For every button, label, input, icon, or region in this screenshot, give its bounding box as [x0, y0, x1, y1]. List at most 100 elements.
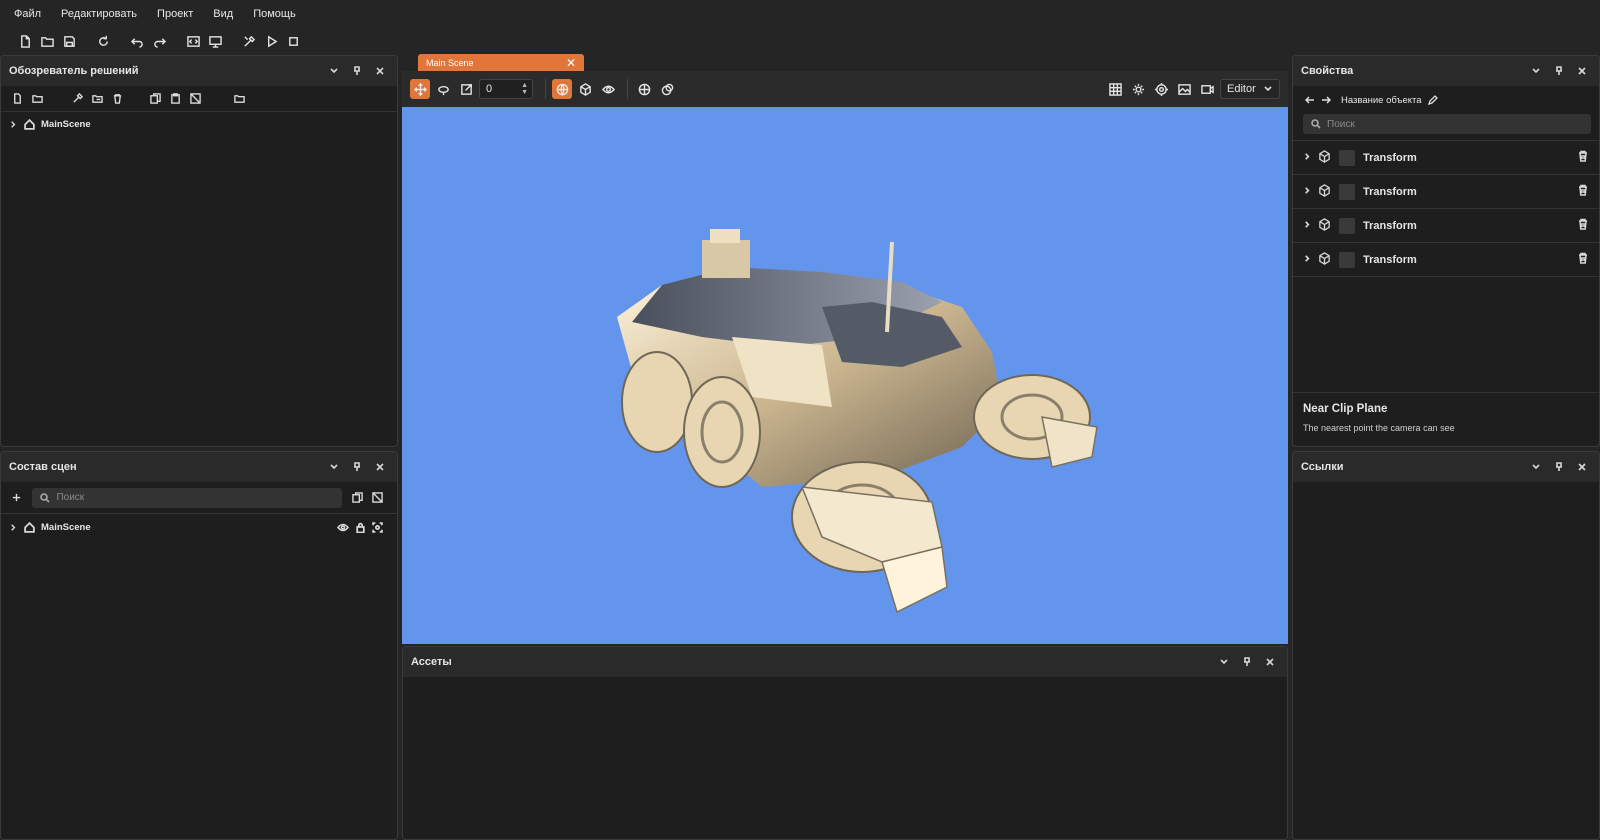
scene-search-input[interactable]: Поиск — [32, 487, 343, 508]
delete-icon[interactable] — [109, 91, 125, 107]
close-icon[interactable] — [1573, 462, 1591, 472]
code-icon[interactable] — [184, 32, 202, 50]
camera-mode-select[interactable]: Editor — [1220, 79, 1280, 99]
close-icon[interactable] — [1261, 657, 1279, 667]
chevron-right-icon[interactable] — [1303, 186, 1312, 198]
pin-icon[interactable] — [1550, 66, 1568, 76]
chevron-down-icon[interactable] — [1527, 66, 1545, 76]
properties-title: Свойства — [1301, 65, 1354, 77]
tree-item-label: MainScene — [41, 118, 91, 130]
component-enabled-checkbox[interactable] — [1339, 149, 1355, 166]
move-tool-icon[interactable] — [410, 79, 430, 99]
close-icon[interactable] — [371, 66, 389, 76]
stepper-arrows-icon[interactable]: ▲ ▼ — [521, 82, 528, 96]
focus-icon[interactable] — [372, 521, 383, 533]
copy-icon[interactable] — [350, 490, 365, 506]
add-icon[interactable] — [9, 490, 24, 506]
chevron-right-icon[interactable] — [1303, 254, 1312, 266]
no-image-icon[interactable] — [370, 490, 385, 506]
pin-icon[interactable] — [1550, 462, 1568, 472]
paste-icon[interactable] — [167, 91, 183, 107]
chevron-down-icon[interactable] — [1527, 462, 1545, 472]
component-enabled-checkbox[interactable] — [1339, 217, 1355, 234]
close-icon[interactable]: ✕ — [566, 56, 576, 70]
material-icon[interactable] — [657, 79, 677, 99]
open-folder-icon[interactable] — [38, 32, 56, 50]
stop-icon[interactable] — [284, 32, 302, 50]
pin-icon[interactable] — [1238, 657, 1256, 667]
forward-arrow-icon[interactable] — [1321, 95, 1331, 105]
save-icon[interactable] — [60, 32, 78, 50]
component-enabled-checkbox[interactable] — [1339, 183, 1355, 200]
component-row[interactable]: Transform — [1293, 141, 1599, 175]
refresh-icon[interactable] — [94, 32, 112, 50]
trash-icon[interactable] — [1577, 184, 1589, 199]
chevron-down-icon[interactable] — [325, 66, 343, 76]
rotate-tool-icon[interactable] — [433, 79, 453, 99]
trash-icon[interactable] — [1577, 150, 1589, 165]
trash-icon[interactable] — [1577, 218, 1589, 233]
pin-icon[interactable] — [348, 462, 366, 472]
properties-search-input[interactable]: Поиск — [1303, 114, 1591, 134]
component-row[interactable]: Transform — [1293, 243, 1599, 277]
target-icon[interactable] — [1151, 79, 1171, 99]
sun-icon[interactable] — [1128, 79, 1148, 99]
menu-project[interactable]: Проект — [157, 8, 193, 20]
back-arrow-icon[interactable] — [1305, 95, 1315, 105]
edit-pencil-icon[interactable] — [1427, 95, 1438, 105]
scale-tool-icon[interactable] — [456, 79, 476, 99]
scene-viewport[interactable] — [402, 107, 1288, 644]
hint-text: The nearest point the camera can see — [1303, 423, 1455, 433]
no-image-icon[interactable] — [187, 91, 203, 107]
component-label: Transform — [1363, 185, 1417, 198]
build-icon[interactable] — [206, 32, 224, 50]
snap-value-input[interactable]: 0 ▲ ▼ — [479, 79, 533, 99]
cube-icon — [1318, 149, 1331, 166]
links-header: Ссылки — [1293, 452, 1599, 482]
pin-icon[interactable] — [348, 66, 366, 76]
solution-explorer-header: Обозреватель решений — [1, 56, 397, 86]
chevron-right-icon[interactable] — [1303, 220, 1312, 232]
chevron-right-icon[interactable] — [9, 120, 18, 129]
component-enabled-checkbox[interactable] — [1339, 251, 1355, 268]
menu-help[interactable]: Помощь — [253, 8, 296, 20]
camera-icon[interactable] — [1197, 79, 1217, 99]
component-row[interactable]: Transform — [1293, 175, 1599, 209]
chevron-right-icon[interactable] — [1303, 152, 1312, 164]
tree-item-mainscene[interactable]: MainScene — [1, 112, 397, 136]
solution-explorer-panel: Обозреватель решений MainScene — [0, 55, 398, 447]
copy-icon[interactable] — [147, 91, 163, 107]
tools-icon[interactable] — [240, 32, 258, 50]
menu-file[interactable]: Файл — [14, 8, 41, 20]
tab-main-scene[interactable]: Main Scene ✕ — [418, 54, 584, 71]
trash-icon[interactable] — [1577, 252, 1589, 267]
menu-view[interactable]: Вид — [213, 8, 233, 20]
scene-composition-header: Состав сцен — [1, 452, 397, 482]
eye-icon[interactable] — [337, 522, 349, 533]
menu-edit[interactable]: Редактировать — [61, 8, 137, 20]
close-icon[interactable] — [1573, 66, 1591, 76]
new-file-icon[interactable] — [16, 32, 34, 50]
redo-icon[interactable] — [150, 32, 168, 50]
cube-icon[interactable] — [575, 79, 595, 99]
undo-icon[interactable] — [128, 32, 146, 50]
chevron-right-icon[interactable] — [9, 523, 18, 532]
eye-icon[interactable] — [598, 79, 618, 99]
new-folder-icon[interactable] — [29, 91, 45, 107]
globe-icon[interactable] — [552, 79, 572, 99]
chevron-down-icon[interactable] — [1215, 657, 1233, 667]
lock-icon[interactable] — [355, 522, 366, 533]
image-icon[interactable] — [1174, 79, 1194, 99]
grid-icon[interactable] — [1105, 79, 1125, 99]
component-row[interactable]: Transform — [1293, 209, 1599, 243]
close-icon[interactable] — [371, 462, 389, 472]
world-settings-icon[interactable] — [634, 79, 654, 99]
new-file-icon[interactable] — [9, 91, 25, 107]
wrench-icon[interactable] — [69, 91, 85, 107]
component-label: Transform — [1363, 151, 1417, 164]
play-icon[interactable] — [262, 32, 280, 50]
folder-icon[interactable] — [231, 91, 247, 107]
chevron-down-icon[interactable] — [325, 462, 343, 472]
move-folder-icon[interactable] — [89, 91, 105, 107]
scene-item-mainscene[interactable]: MainScene — [1, 514, 397, 540]
